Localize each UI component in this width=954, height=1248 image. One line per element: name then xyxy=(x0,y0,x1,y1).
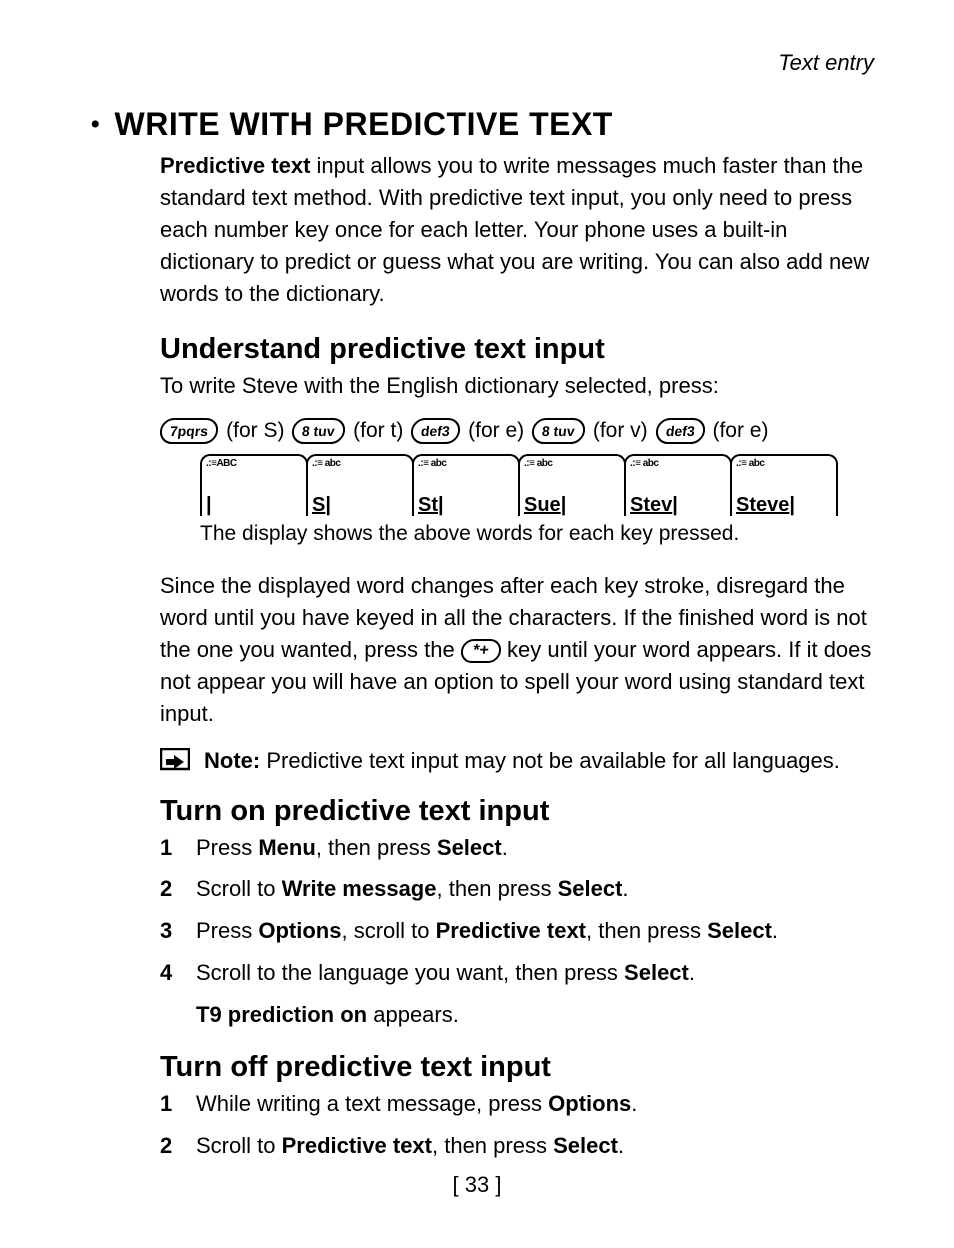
key-8tuv-icon: 8 tuv xyxy=(291,418,346,444)
key-for-t: (for t) xyxy=(353,419,403,443)
turn-off-steps: While writing a text message, press Opti… xyxy=(160,1088,874,1162)
note-text: Note: Predictive text input may not be a… xyxy=(204,746,840,777)
screen-3: .:≡ abc Sue| xyxy=(518,454,626,516)
heading-turn-on: Turn on predictive text input xyxy=(160,795,874,828)
key-for-e1: (for e) xyxy=(468,419,524,443)
bullet-icon: • xyxy=(90,106,101,144)
understand-para2: Since the displayed word changes after e… xyxy=(160,570,874,729)
screen-5: .:≡ abc Steve| xyxy=(730,454,838,516)
screen-1-top: .:≡ abc xyxy=(312,458,408,469)
heading-1-row: • WRITE WITH PREDICTIVE TEXT xyxy=(90,106,874,144)
understand-line1: To write Steve with the English dictiona… xyxy=(160,370,874,402)
screens-caption: The display shows the above words for ea… xyxy=(200,522,874,546)
note-bold: Note: xyxy=(204,748,260,773)
screen-2-word: St| xyxy=(418,494,514,516)
screen-4-word: Stev| xyxy=(630,494,726,516)
intro-lead: Predictive text xyxy=(160,153,310,178)
screen-2: .:≡ abc St| xyxy=(412,454,520,516)
note-icon xyxy=(160,748,190,774)
screen-4: .:≡ abc Stev| xyxy=(624,454,732,516)
note-rest: Predictive text input may not be availab… xyxy=(260,748,840,773)
heading-1: WRITE WITH PREDICTIVE TEXT xyxy=(115,106,613,143)
heading-understand: Understand predictive text input xyxy=(160,333,874,366)
key-for-e2: (for e) xyxy=(712,419,768,443)
phone-screens-row: .:≡ABC | .:≡ abc S| .:≡ abc St| .:≡ abc … xyxy=(200,454,874,516)
step-on-1: Press Menu, then press Select. xyxy=(160,832,874,864)
heading-turn-off: Turn off predictive text input xyxy=(160,1051,874,1084)
screen-4-top: .:≡ abc xyxy=(630,458,726,469)
step-off-2: Scroll to Predictive text, then press Se… xyxy=(160,1130,874,1162)
page-number: [ 33 ] xyxy=(0,1172,954,1198)
key-def3-icon: def3 xyxy=(410,418,462,444)
intro-paragraph: Predictive text input allows you to writ… xyxy=(160,150,874,309)
screen-3-word: Sue| xyxy=(524,494,620,516)
key-star-icon: *+ xyxy=(460,639,503,663)
screen-0-top: .:≡ABC xyxy=(206,458,302,469)
screen-2-top: .:≡ abc xyxy=(418,458,514,469)
screen-1-word: S| xyxy=(312,494,408,516)
step-on-4: Scroll to the language you want, then pr… xyxy=(160,957,874,1031)
screen-3-top: .:≡ abc xyxy=(524,458,620,469)
screen-0-word: | xyxy=(206,494,302,516)
running-header: Text entry xyxy=(80,50,874,76)
screen-1: .:≡ abc S| xyxy=(306,454,414,516)
key-8tuv2-icon: 8 tuv xyxy=(531,418,586,444)
key-sequence: 7pqrs (for S) 8 tuv (for t) def3 (for e)… xyxy=(160,418,874,444)
step-on-2: Scroll to Write message, then press Sele… xyxy=(160,873,874,905)
key-def3b-icon: def3 xyxy=(654,418,706,444)
screen-5-word: Steve| xyxy=(736,494,832,516)
screen-5-top: .:≡ abc xyxy=(736,458,832,469)
key-for-s: (for S) xyxy=(226,419,284,443)
step-off-1: While writing a text message, press Opti… xyxy=(160,1088,874,1120)
key-for-v: (for v) xyxy=(593,419,648,443)
step-on-3: Press Options, scroll to Predictive text… xyxy=(160,915,874,947)
key-7pqrs-icon: 7pqrs xyxy=(159,418,220,444)
turn-on-steps: Press Menu, then press Select. Scroll to… xyxy=(160,832,874,1031)
screen-0: .:≡ABC | xyxy=(200,454,308,516)
note-row: Note: Predictive text input may not be a… xyxy=(160,746,874,777)
